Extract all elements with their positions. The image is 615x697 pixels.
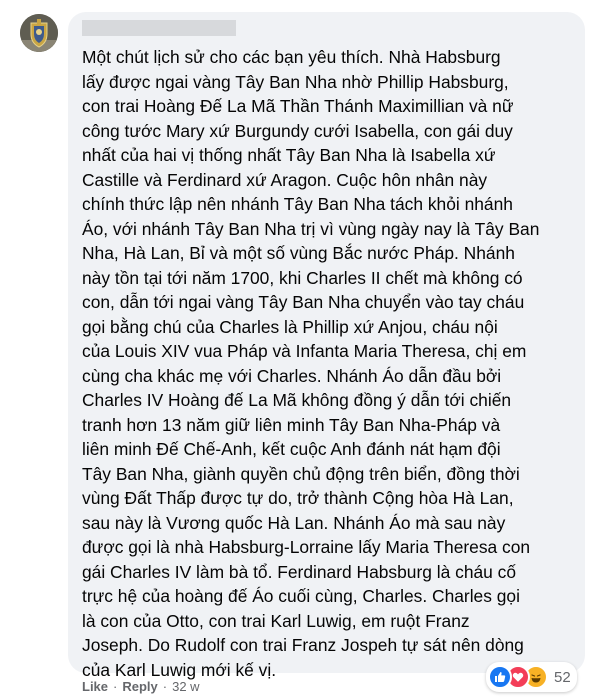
comment-line: được gọi là nhà Habsburg-Lorraine lấy Ma… bbox=[82, 537, 531, 557]
comment-line: tranh hơn 13 năm giữ liên minh Tây Ban N… bbox=[82, 414, 501, 435]
comment-line: Tây Ban Nha, giành quyền chủ động trên b… bbox=[82, 463, 520, 484]
separator-dot: · bbox=[162, 679, 168, 694]
comment-line: Castille và Ferdinard xứ Aragon. Cuộc hô… bbox=[82, 169, 488, 190]
reaction-summary[interactable]: 52 bbox=[486, 662, 577, 692]
comment-container: Một chút lịch sử cho các bạn yêu thích. … bbox=[0, 0, 615, 697]
comment-line: chính thức lập nên nhánh Tây Ban Nha tác… bbox=[82, 194, 513, 214]
avatar[interactable] bbox=[20, 14, 58, 52]
separator-dot: · bbox=[113, 679, 118, 694]
comment-line: Joseph. Do Rudolf con trai Franz Jospeh … bbox=[82, 635, 524, 655]
comment-timestamp[interactable]: 32 w bbox=[172, 679, 199, 694]
reply-button[interactable]: Reply bbox=[122, 679, 157, 694]
comment-line: này tồn tại tới năm 1700, khi Charles II… bbox=[82, 267, 523, 288]
comment-line: Một chút lịch sử cho các bạn yêu thích. … bbox=[82, 47, 501, 67]
comment-line: gái Charles IV làm bà tổ. Ferdinard Habs… bbox=[82, 561, 517, 582]
comment-line: trực hệ của hoàng đế Áo cuối cùng, Charl… bbox=[82, 586, 520, 606]
like-button[interactable]: Like bbox=[82, 679, 108, 694]
comment-line: con, dẫn tới ngai vàng Tây Ban Nha chuyể… bbox=[82, 292, 525, 312]
comment-line: sau này là Vương quốc Hà Lan. Nhánh Áo m… bbox=[82, 512, 506, 533]
comment-line: công tước Mary xứ Burgundy cưới Isabella… bbox=[82, 120, 513, 141]
comment-line: Nha, Hà Lan, Bỉ và một số vùng Bắc nước … bbox=[82, 243, 515, 263]
reaction-count: 52 bbox=[554, 668, 571, 686]
comment-line: gọi bằng chú của Charles là Phillip xứ A… bbox=[82, 316, 498, 337]
like-icon bbox=[488, 665, 512, 689]
comment-line: của Louis XIV vua Pháp và Infanta Maria … bbox=[82, 341, 527, 361]
comment-actions: Like · Reply · 32 w bbox=[82, 679, 200, 694]
comment-bubble: Một chút lịch sử cho các bạn yêu thích. … bbox=[68, 12, 585, 680]
comment-line: Áo, với nhánh Tây Ban Nha trị vì vùng ng… bbox=[82, 218, 540, 239]
comment-line: Charles IV Hoàng đế La Mã không đồng ý d… bbox=[82, 390, 512, 410]
comment-line: vùng Đất Thấp được tự do, trở thành Cộng… bbox=[82, 488, 514, 508]
comment-line: lấy được ngai vàng Tây Ban Nha nhờ Phill… bbox=[82, 71, 509, 92]
comment-line: con trai Hoàng Đế La Mã Thần Thánh Maxim… bbox=[82, 96, 514, 116]
comment-line: là con của Otto, con trai Karl Luwig, em… bbox=[82, 610, 470, 631]
comment-line: liên minh Đế Chế-Anh, kết cuộc Anh đánh … bbox=[82, 439, 501, 459]
avatar-image bbox=[20, 14, 58, 52]
comment-text: Một chút lịch sử cho các bạn yêu thích. … bbox=[82, 45, 580, 682]
comment-line: cùng cha khác mẹ với Charles. Nhánh Áo d… bbox=[82, 365, 502, 386]
author-name-redacted[interactable] bbox=[82, 20, 236, 36]
comment-line: nhất của hai vị thống nhất Tây Ban Nha l… bbox=[82, 145, 496, 165]
